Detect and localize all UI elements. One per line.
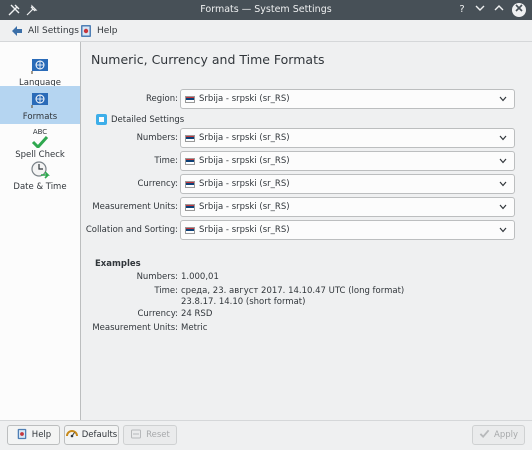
time-value: Srbija - srpski (sr_RS): [199, 156, 290, 166]
example-currency-value: 24 RSD: [181, 309, 213, 319]
numbers-combo[interactable]: Srbija - srpski (sr_RS): [180, 128, 515, 148]
spell-check-icon: ABC: [29, 128, 51, 148]
minimize-button[interactable]: [473, 3, 487, 17]
example-time-short: 23.8.17. 14.10 (short format): [181, 297, 306, 307]
detailed-settings-checkbox[interactable]: Detailed Settings: [96, 114, 184, 125]
back-arrow-icon: [10, 24, 24, 38]
serbia-flag-icon: [185, 157, 195, 165]
apply-label: Apply: [494, 430, 518, 440]
collation-label: Collation and Sorting:: [85, 225, 178, 235]
measurement-units-value: Srbija - srpski (sr_RS): [199, 202, 290, 212]
defaults-button[interactable]: Defaults: [64, 425, 119, 445]
defaults-label: Defaults: [81, 430, 118, 440]
currency-value: Srbija - srpski (sr_RS): [199, 179, 290, 189]
sidebar-item-label: Formats: [22, 112, 58, 122]
help-book-icon: [79, 24, 93, 38]
button-bar: Help Defaults Reset Apply: [0, 420, 532, 450]
toolbar: All Settings Help: [0, 20, 532, 42]
main-panel: Numeric, Currency and Time Formats Regio…: [82, 42, 532, 420]
example-measurement-value: Metric: [181, 323, 208, 333]
spell-check-icon-text: ABC: [32, 127, 48, 136]
clock-icon: [29, 160, 51, 180]
apply-button[interactable]: Apply: [472, 425, 525, 445]
numbers-value: Srbija - srpski (sr_RS): [199, 133, 290, 143]
example-numbers-value: 1.000,01: [181, 272, 219, 282]
title-bar: Formats — System Settings ?: [0, 0, 532, 20]
serbia-flag-icon: [185, 180, 195, 188]
region-combo[interactable]: Srbija - srpski (sr_RS): [180, 89, 515, 109]
checkmark-icon: [479, 428, 490, 442]
help-book-icon: [16, 428, 28, 443]
sidebar-item-label: Date & Time: [13, 182, 67, 192]
sidebar: Language Formats ABC Spell Check Date & …: [0, 42, 81, 420]
measurement-units-combo[interactable]: Srbija - srpski (sr_RS): [180, 197, 515, 217]
reset-icon: [130, 428, 142, 443]
reset-button[interactable]: Reset: [123, 425, 177, 445]
language-flag-icon: [29, 56, 51, 76]
example-numbers-label: Numbers:: [136, 272, 178, 282]
chevron-down-icon: [498, 179, 508, 189]
chevron-down-icon: [498, 94, 508, 104]
serbia-flag-icon: [185, 95, 195, 103]
example-time-label: Time:: [154, 286, 178, 296]
help-label: Help: [97, 26, 118, 36]
numbers-label: Numbers:: [136, 133, 178, 143]
collation-combo[interactable]: Srbija - srpski (sr_RS): [180, 220, 515, 240]
example-measurement-label: Measurement Units:: [92, 323, 178, 333]
serbia-flag-icon: [185, 203, 195, 211]
chevron-down-icon: [498, 133, 508, 143]
region-label: Region:: [146, 94, 178, 104]
serbia-flag-icon: [185, 226, 195, 234]
chevron-down-icon: [498, 156, 508, 166]
maximize-button[interactable]: [492, 3, 506, 17]
sidebar-item-formats[interactable]: Formats: [0, 86, 80, 124]
time-combo[interactable]: Srbija - srpski (sr_RS): [180, 151, 515, 171]
formats-flag-icon: [29, 90, 51, 110]
detailed-settings-label: Detailed Settings: [111, 114, 185, 125]
sidebar-item-date-time[interactable]: Date & Time: [0, 156, 80, 194]
close-button[interactable]: [512, 3, 526, 17]
currency-combo[interactable]: Srbija - srpski (sr_RS): [180, 174, 515, 194]
help-title-button[interactable]: ?: [455, 3, 469, 17]
help-bottom-button[interactable]: Help: [7, 425, 60, 445]
examples-heading: Examples: [95, 259, 141, 269]
chevron-down-icon: [498, 202, 508, 212]
currency-label: Currency:: [137, 179, 178, 189]
sidebar-item-language[interactable]: Language: [0, 52, 80, 90]
chevron-down-icon: [498, 225, 508, 235]
window-title: Formats — System Settings: [200, 4, 332, 15]
detailed-settings-check[interactable]: [96, 114, 107, 125]
collation-value: Srbija - srpski (sr_RS): [199, 225, 290, 235]
example-time-long: среда, 23. август 2017. 14.10.47 UTC (lo…: [181, 286, 405, 296]
reset-label: Reset: [146, 430, 170, 440]
page-title: Numeric, Currency and Time Formats: [91, 52, 325, 67]
all-settings-button[interactable]: All Settings: [10, 22, 79, 40]
region-value: Srbija - srpski (sr_RS): [199, 94, 290, 104]
defaults-icon: [65, 428, 78, 443]
time-label: Time:: [154, 156, 178, 166]
help-button[interactable]: Help: [79, 22, 118, 40]
measurement-units-label: Measurement Units:: [92, 202, 178, 212]
all-settings-label: All Settings: [28, 26, 79, 36]
example-currency-label: Currency:: [137, 309, 178, 319]
help-bottom-label: Help: [31, 430, 52, 440]
serbia-flag-icon: [185, 134, 195, 142]
